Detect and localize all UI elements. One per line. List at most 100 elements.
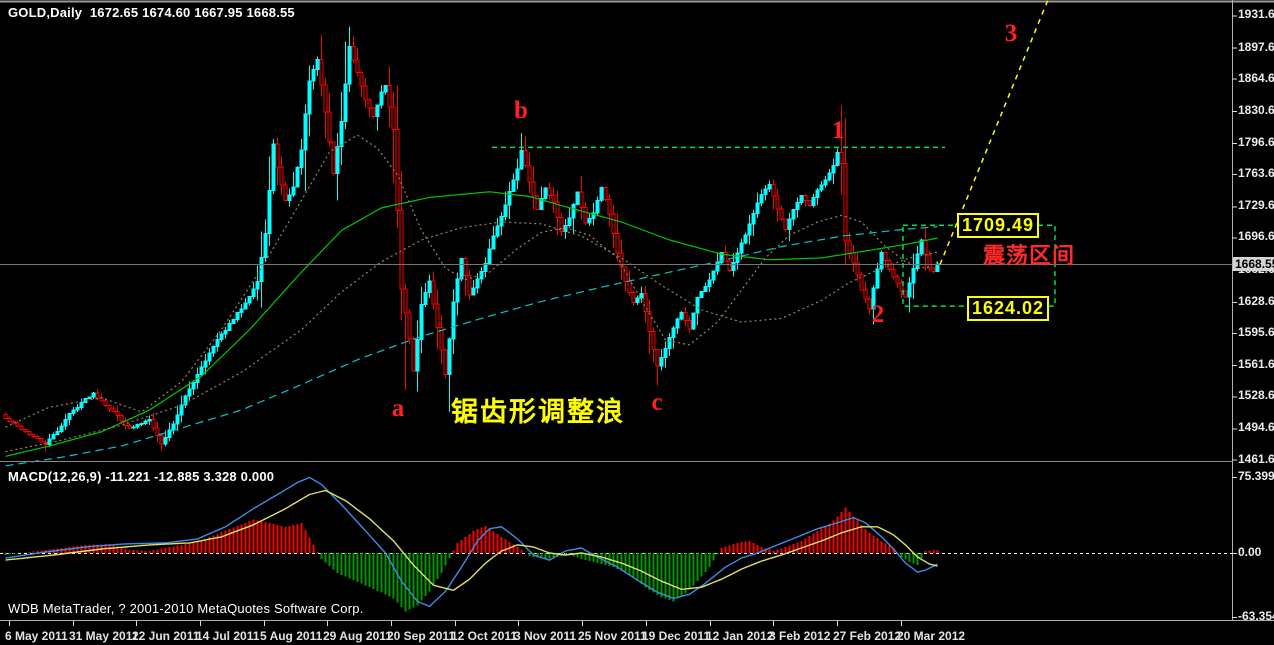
candle-body [763, 188, 768, 196]
price-axis-label: 1461.60 [1238, 452, 1274, 466]
candle-body [323, 84, 328, 113]
candle-body [419, 304, 424, 340]
candle-body [711, 270, 716, 281]
candle-body [139, 423, 144, 426]
candle-body [599, 186, 604, 201]
candle-body [203, 360, 208, 368]
candle-body [363, 85, 368, 101]
candle-body [663, 348, 668, 359]
candle-body [775, 195, 780, 210]
candle-body [399, 210, 404, 290]
price-axis-label: 1763.60 [1238, 166, 1274, 180]
candle-body [715, 262, 720, 272]
candle-body [691, 312, 696, 330]
candle-body [35, 435, 40, 440]
candle-body [919, 239, 924, 255]
panel-borders [0, 0, 1274, 621]
candle-body [275, 143, 280, 168]
candle-body [911, 267, 916, 284]
candle-body [827, 172, 832, 181]
price-axis-label: 1628.60 [1238, 294, 1274, 308]
candle-body [423, 291, 428, 306]
candle-body [879, 252, 884, 270]
mt4-chart-window: GOLD,Daily 1672.65 1674.60 1667.95 1668.… [0, 0, 1274, 645]
candle-body [19, 425, 24, 431]
price-axis-label: 1528.60 [1238, 388, 1274, 402]
candle-body [187, 388, 192, 397]
candle-body [451, 301, 456, 340]
candle-body [251, 288, 256, 297]
candle-body [687, 319, 692, 330]
candle-body [903, 290, 908, 298]
candle-body [327, 111, 332, 143]
candle-body [863, 289, 868, 300]
candle-body [107, 404, 112, 410]
candle-body [931, 267, 936, 272]
candle-body [347, 45, 352, 85]
candle-body [407, 312, 412, 340]
candle-body [243, 302, 248, 310]
candle-body [235, 312, 240, 320]
candle-body [503, 204, 508, 217]
candle-body [75, 406, 80, 411]
candle-body [723, 251, 728, 262]
candle-body [287, 194, 292, 202]
price-axis[interactable]: 1931.60 1897.60 1864.60 1830.60 1796.60 1763.… [1233, 0, 1274, 623]
candle-body [167, 429, 172, 439]
candle-body [803, 194, 808, 201]
candle-body [255, 281, 260, 290]
price-axis-label: 1830.60 [1238, 103, 1274, 117]
candle-body [747, 223, 752, 236]
candle-body [683, 311, 688, 321]
candle-body [675, 318, 680, 329]
candle-body [567, 217, 572, 227]
date-axis-label: 3 Feb 2012 [769, 629, 831, 643]
candle-body [831, 164, 836, 174]
candle-body [835, 152, 840, 166]
candle-body [351, 45, 356, 61]
candle-body [671, 327, 676, 339]
candle-body [791, 208, 796, 220]
candle-body [267, 189, 272, 234]
candle-body [7, 417, 12, 422]
candle-body [491, 235, 496, 250]
candle-body [91, 392, 96, 398]
candle-body [207, 352, 212, 362]
candle-body [547, 187, 552, 197]
date-axis-label: 27 Feb 2012 [833, 629, 902, 643]
candle-body [383, 84, 388, 93]
macd-axis-label: 0.00 [1238, 545, 1262, 559]
candle-body [799, 194, 804, 204]
ma-olive-slow-dotted [5, 221, 938, 453]
candlestick-series [3, 26, 940, 452]
candle-body [795, 202, 800, 210]
macd-axis-label: 75.399 [1238, 469, 1274, 483]
current-price-badge: 1668.55 [1233, 257, 1274, 271]
candle-body [239, 308, 244, 314]
candle-body [655, 348, 660, 367]
candle-body [659, 357, 664, 367]
candle-body [475, 278, 480, 289]
candle-body [291, 186, 296, 196]
candle-body [59, 425, 64, 432]
candle-body [635, 297, 640, 304]
candle-body [111, 408, 116, 412]
candle-body [735, 252, 740, 263]
candle-body [811, 197, 816, 207]
candle-body [95, 392, 100, 399]
candle-body [283, 184, 288, 202]
candle-body [55, 430, 60, 436]
candle-body [875, 268, 880, 289]
date-axis-label: 12 Jan 2012 [706, 629, 774, 643]
candle-body [843, 163, 848, 242]
candle-body [271, 143, 276, 191]
macd-line [5, 476, 938, 608]
candle-body [819, 184, 824, 191]
macd-axis-label: -63.354 [1238, 609, 1274, 623]
candle-body [263, 232, 268, 259]
candle-body [391, 106, 396, 130]
chart-canvas[interactable] [0, 0, 1274, 645]
symbol-ohlc-header: GOLD,Daily 1672.65 1674.60 1667.95 1668.… [8, 5, 295, 20]
time-axis[interactable]: 6 May 2011 31 May 2011 22 Jun 2011 14 Jul 2… [0, 622, 1274, 645]
candle-body [367, 99, 372, 109]
